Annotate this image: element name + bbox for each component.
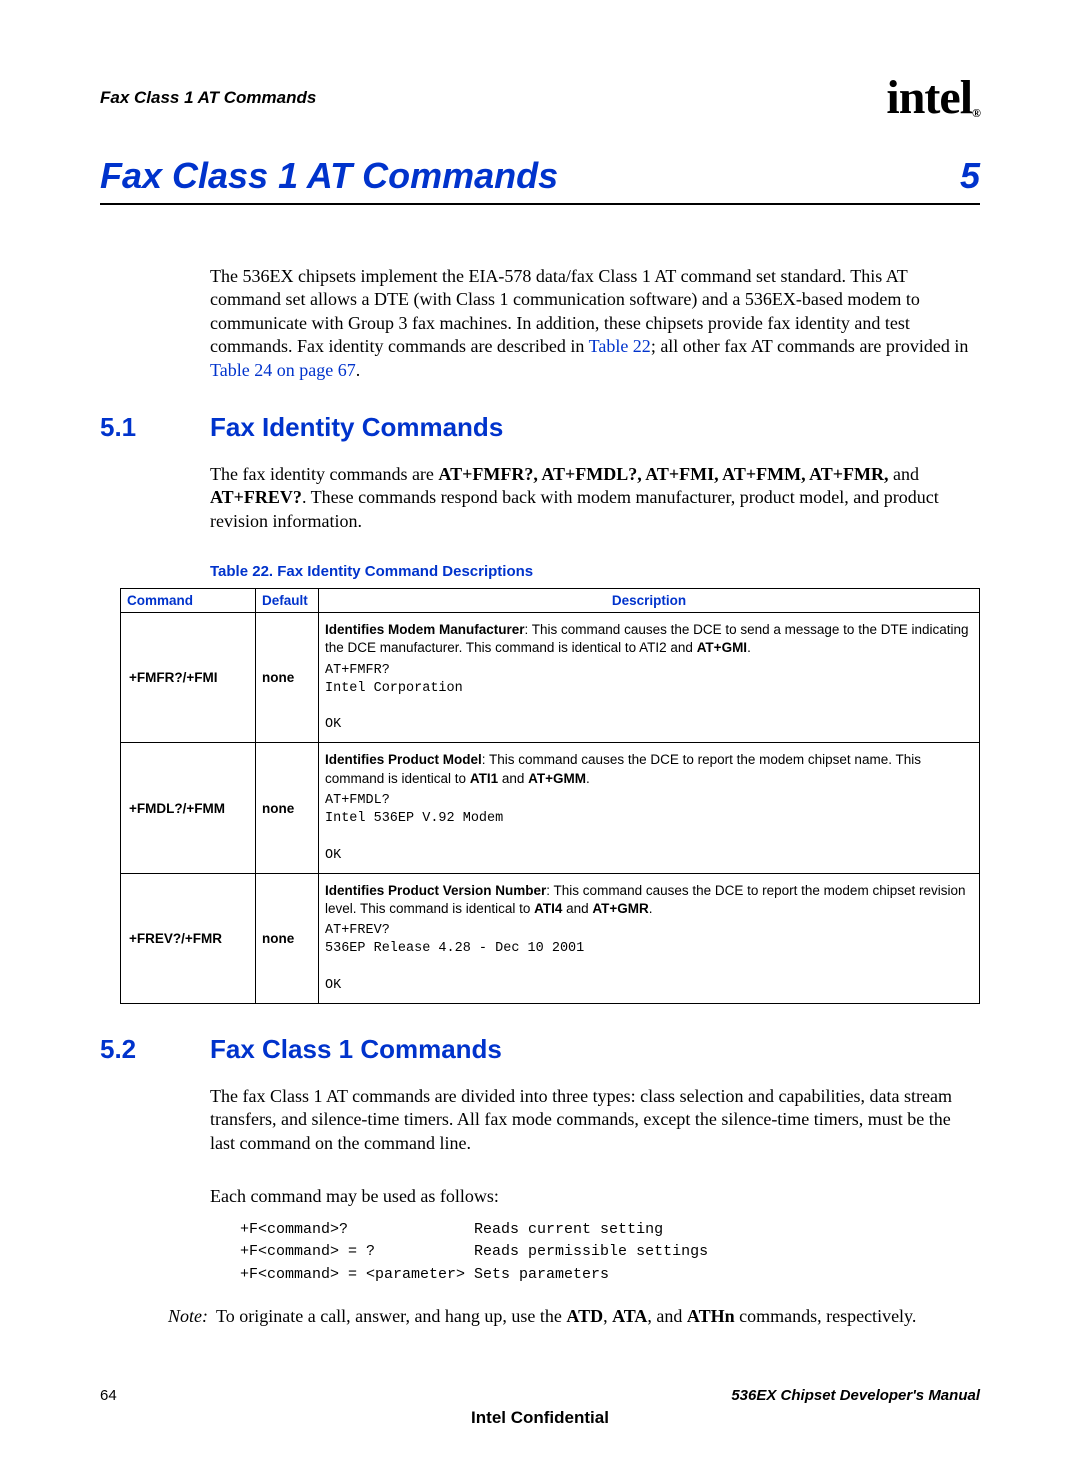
section-5-2-p1: The fax Class 1 AT commands are divided … xyxy=(210,1085,980,1155)
note-b3: ATHn xyxy=(687,1306,735,1326)
desc-mid: and xyxy=(562,901,592,916)
note-b: commands, respectively. xyxy=(735,1306,917,1326)
s51-cmds: AT+FMFR?, AT+FMDL?, AT+FMI, AT+FMM, AT+F… xyxy=(438,464,888,484)
section-5-1-paragraph: The fax identity commands are AT+FMFR?, … xyxy=(210,463,980,533)
desc-tail: . xyxy=(649,901,653,916)
example-output: AT+FMFR? Intel Corporation OK xyxy=(325,662,973,735)
section-number: 5.2 xyxy=(100,1034,210,1065)
table-row: +FMDL?/+FMM none Identifies Product Mode… xyxy=(121,743,980,873)
note-a: To originate a call, answer, and hang up… xyxy=(216,1306,566,1326)
note-c2: , and xyxy=(647,1306,687,1326)
intro-paragraph: The 536EX chipsets implement the EIA-578… xyxy=(210,265,980,382)
section-title: Fax Class 1 Commands xyxy=(210,1034,502,1065)
cmd-cell: +FMFR?/+FMI xyxy=(121,613,256,743)
section-number: 5.1 xyxy=(100,412,210,443)
desc-mid: and xyxy=(498,771,528,786)
note-label: Note: xyxy=(150,1306,216,1327)
table-row: +FMFR?/+FMI none Identifies Modem Manufa… xyxy=(121,613,980,743)
note-c1: , xyxy=(603,1306,612,1326)
page-header: Fax Class 1 AT Commands intel® xyxy=(100,70,980,125)
table-22: Command Default Description +FMFR?/+FMI … xyxy=(120,588,980,1004)
page-footer: 64 536EX Chipset Developer's Manual xyxy=(100,1387,980,1404)
logo-text: intel xyxy=(886,71,972,124)
table-24-link[interactable]: Table 24 on page 67 xyxy=(210,360,356,380)
table-row: +FREV?/+FMR none Identifies Product Vers… xyxy=(121,873,980,1003)
example-output: AT+FMDL? Intel 536EP V.92 Modem OK xyxy=(325,792,973,865)
table-22-caption: Table 22. Fax Identity Command Descripti… xyxy=(210,563,980,580)
chapter-number: 5 xyxy=(960,155,980,197)
page-container: Fax Class 1 AT Commands intel® Fax Class… xyxy=(0,0,1080,1468)
default-cell: none xyxy=(256,743,319,873)
command-usage-block: +F<command>? Reads current setting +F<co… xyxy=(240,1219,980,1287)
note-b2: ATA xyxy=(612,1306,647,1326)
intro-text-b: ; all other fax AT commands are provided… xyxy=(651,336,969,356)
col-default: Default xyxy=(256,589,319,613)
cmd-cell: +FREV?/+FMR xyxy=(121,873,256,1003)
desc-cell: Identifies Product Model: This command c… xyxy=(319,743,980,873)
desc-bold: Identifies Product Version Number xyxy=(325,883,546,898)
s51-text-c: . These commands respond back with modem… xyxy=(210,487,939,530)
desc-cell: Identifies Product Version Number: This … xyxy=(319,873,980,1003)
running-header: Fax Class 1 AT Commands xyxy=(100,88,316,108)
manual-title: 536EX Chipset Developer's Manual xyxy=(731,1387,980,1404)
confidential-mark: Intel Confidential xyxy=(100,1408,980,1428)
col-command: Command xyxy=(121,589,256,613)
desc-tail: . xyxy=(586,771,590,786)
desc-bold3: AT+GMM xyxy=(528,771,586,786)
section-5-1-heading: 5.1 Fax Identity Commands xyxy=(100,412,980,443)
section-5-2-p2: Each command may be used as follows: xyxy=(210,1185,980,1208)
desc-bold3: AT+GMR xyxy=(592,901,648,916)
note-text: To originate a call, answer, and hang up… xyxy=(216,1306,980,1327)
page-number: 64 xyxy=(100,1387,117,1404)
note-b1: ATD xyxy=(566,1306,603,1326)
default-cell: none xyxy=(256,613,319,743)
section-5-2-heading: 5.2 Fax Class 1 Commands xyxy=(100,1034,980,1065)
desc-bold2: ATI4 xyxy=(534,901,562,916)
registered-symbol: ® xyxy=(972,106,980,120)
desc-bold2: AT+GMI xyxy=(697,640,747,655)
intro-text-c: . xyxy=(356,360,361,380)
col-description: Description xyxy=(319,589,980,613)
example-output: AT+FREV? 536EP Release 4.28 - Dec 10 200… xyxy=(325,922,973,995)
table-header-row: Command Default Description xyxy=(121,589,980,613)
section-title: Fax Identity Commands xyxy=(210,412,503,443)
chapter-heading: Fax Class 1 AT Commands 5 xyxy=(100,155,980,205)
s51-cmd2: AT+FREV? xyxy=(210,487,302,507)
chapter-title: Fax Class 1 AT Commands xyxy=(100,155,558,197)
note-block: Note: To originate a call, answer, and h… xyxy=(150,1306,980,1327)
desc-bold2: ATI1 xyxy=(470,771,498,786)
s51-text-b: and xyxy=(889,464,920,484)
desc-cell: Identifies Modem Manufacturer: This comm… xyxy=(319,613,980,743)
intel-logo: intel® xyxy=(886,70,980,125)
table-22-link[interactable]: Table 22 xyxy=(589,336,651,356)
cmd-cell: +FMDL?/+FMM xyxy=(121,743,256,873)
s51-text-a: The fax identity commands are xyxy=(210,464,438,484)
desc-tail: . xyxy=(747,640,751,655)
desc-bold: Identifies Modem Manufacturer xyxy=(325,622,525,637)
desc-bold: Identifies Product Model xyxy=(325,752,482,767)
default-cell: none xyxy=(256,873,319,1003)
